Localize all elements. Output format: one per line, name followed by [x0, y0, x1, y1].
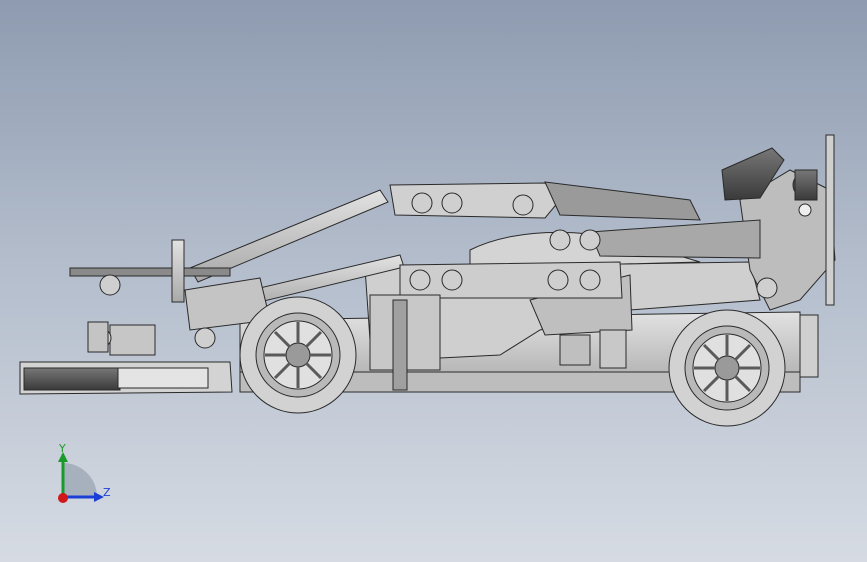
origin-dot [58, 493, 68, 503]
rear-axle-tube [799, 314, 819, 378]
front-clip [87, 321, 109, 353]
pin-hole [579, 229, 601, 251]
pin-hole [194, 327, 216, 349]
rear-ball-knob [798, 203, 812, 217]
pin-hole [441, 192, 463, 214]
front-wheel [239, 296, 357, 414]
front-plate [69, 267, 231, 277]
rear-wheel [668, 309, 786, 427]
pin-hole [411, 192, 433, 214]
pin-hole [579, 269, 601, 291]
pin-hole [441, 269, 463, 291]
rear-pillar [559, 334, 591, 366]
front-arm [109, 324, 156, 356]
bumper-pipe [117, 367, 209, 389]
pin-hole [99, 274, 121, 296]
pin-hole [549, 229, 571, 251]
pin-hole [756, 277, 778, 299]
center-column [392, 299, 408, 391]
front-post [171, 239, 185, 303]
rear-pillar-2 [599, 329, 627, 369]
roof-wing [544, 181, 701, 221]
pin-hole [409, 269, 431, 291]
rear-knob [794, 169, 818, 201]
triad-origin-quarter [63, 463, 97, 497]
cad-viewport[interactable]: Y Z [0, 0, 867, 562]
rear-post [825, 134, 835, 306]
roof-lower-beam [589, 219, 761, 259]
y-axis-label: Y [59, 442, 66, 455]
pin-hole [547, 269, 569, 291]
car-model-3d-view[interactable] [0, 0, 867, 562]
pin-hole [512, 194, 534, 216]
z-axis-label: Z [103, 486, 111, 499]
front-bumper-dark [23, 367, 121, 391]
